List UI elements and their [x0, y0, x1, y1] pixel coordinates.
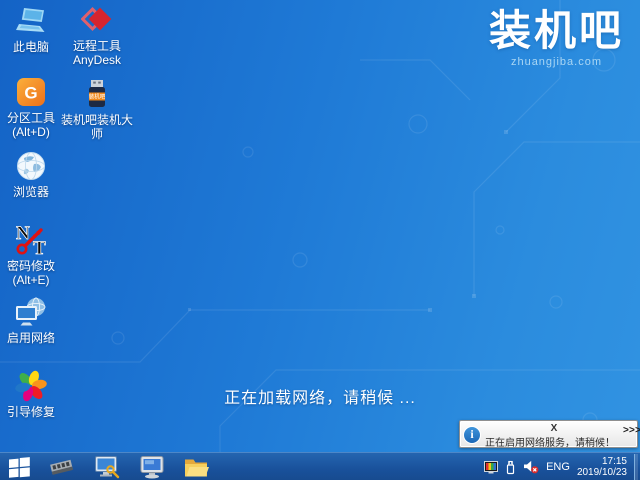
- start-button[interactable]: [3, 454, 35, 480]
- language-indicator[interactable]: ENG: [546, 461, 570, 473]
- desktop-icon-install-master[interactable]: 装机吧 装机吧装机大 师: [60, 78, 134, 141]
- winpe-toast: i >>>>WinPE提示<<<< X 正在启用网络服务，请稍候！: [459, 420, 638, 448]
- circuit-pattern-decor: [0, 0, 640, 480]
- taskbar-button-memory[interactable]: [46, 454, 78, 480]
- loading-message: 正在加载网络，请稍候 ...: [0, 384, 640, 408]
- show-desktop-button[interactable]: [634, 454, 638, 480]
- usb-eject-icon[interactable]: [505, 460, 516, 475]
- desktop-icon-label: 远程工具: [73, 39, 121, 53]
- usb-badge-text: 装机吧: [89, 93, 106, 101]
- globe-icon: [16, 150, 46, 182]
- display-key-icon: [94, 455, 120, 479]
- taskbar-button-display-key[interactable]: [91, 454, 123, 480]
- toast-close-button[interactable]: X: [485, 423, 623, 434]
- speaker-muted-icon[interactable]: [523, 460, 539, 474]
- clock-date: 2019/10/23: [577, 467, 627, 478]
- brand-logo-subtitle: zhuangjiba.com: [489, 56, 624, 68]
- desktop: 装机吧 zhuangjiba.com 此电脑 远程工具 AnyDesk: [0, 0, 640, 480]
- desktop-icon-label: (Alt+E): [12, 273, 49, 287]
- diskgenius-icon: G: [16, 76, 46, 108]
- desktop-icon-label: AnyDesk: [73, 53, 121, 67]
- system-tray: ENG 17:15 2019/10/23: [484, 454, 640, 480]
- my-computer-icon: [139, 455, 165, 479]
- desktop-icon-this-pc[interactable]: 此电脑: [0, 5, 62, 54]
- desktop-icon-partition-tool[interactable]: G 分区工具 (Alt+D): [0, 76, 62, 139]
- desktop-icon-enable-network[interactable]: 启用网络: [0, 296, 62, 345]
- folder-icon: [183, 456, 209, 478]
- red-diamond-icon: [81, 4, 113, 36]
- brand-logo-title: 装机吧: [489, 8, 624, 54]
- usb-drive-icon: 装机吧: [84, 78, 110, 110]
- taskbar: ENG 17:15 2019/10/23: [0, 452, 640, 480]
- taskbar-button-file-explorer[interactable]: [180, 454, 212, 480]
- diskgenius-glyph: G: [24, 84, 37, 103]
- color-display-icon[interactable]: [484, 461, 498, 474]
- desktop-icon-label: 师: [91, 127, 103, 141]
- desktop-icon-password-reset[interactable]: N T 密码修改 (Alt+E): [0, 222, 62, 287]
- taskbar-button-my-computer[interactable]: [136, 454, 168, 480]
- desktop-icon-label: 启用网络: [7, 331, 55, 345]
- desktop-icon-label: 此电脑: [13, 40, 49, 54]
- toast-body: 正在启用网络服务，请稍候！: [485, 434, 635, 449]
- clock-time: 17:15: [577, 456, 627, 467]
- desktop-icon-label: (Alt+D): [12, 125, 50, 139]
- windows-logo-icon: [9, 457, 30, 478]
- desktop-icon-anydesk[interactable]: 远程工具 AnyDesk: [60, 4, 134, 67]
- desktop-icon-label: 装机吧装机大: [61, 113, 133, 127]
- nt-key-icon: N T: [13, 222, 49, 256]
- taskbar-clock[interactable]: 17:15 2019/10/23: [577, 456, 627, 478]
- memory-chip-icon: [48, 457, 76, 477]
- desktop-icon-browser[interactable]: 浏览器: [0, 150, 62, 199]
- laptop-icon: [15, 5, 47, 37]
- desktop-icon-label: 浏览器: [13, 185, 49, 199]
- svg-text:T: T: [33, 238, 46, 256]
- desktop-icon-label: 分区工具: [7, 111, 55, 125]
- network-monitor-icon: [14, 296, 48, 328]
- info-icon: i: [463, 426, 481, 444]
- brand-logo: 装机吧 zhuangjiba.com: [489, 8, 624, 68]
- desktop-icon-label: 密码修改: [7, 259, 55, 273]
